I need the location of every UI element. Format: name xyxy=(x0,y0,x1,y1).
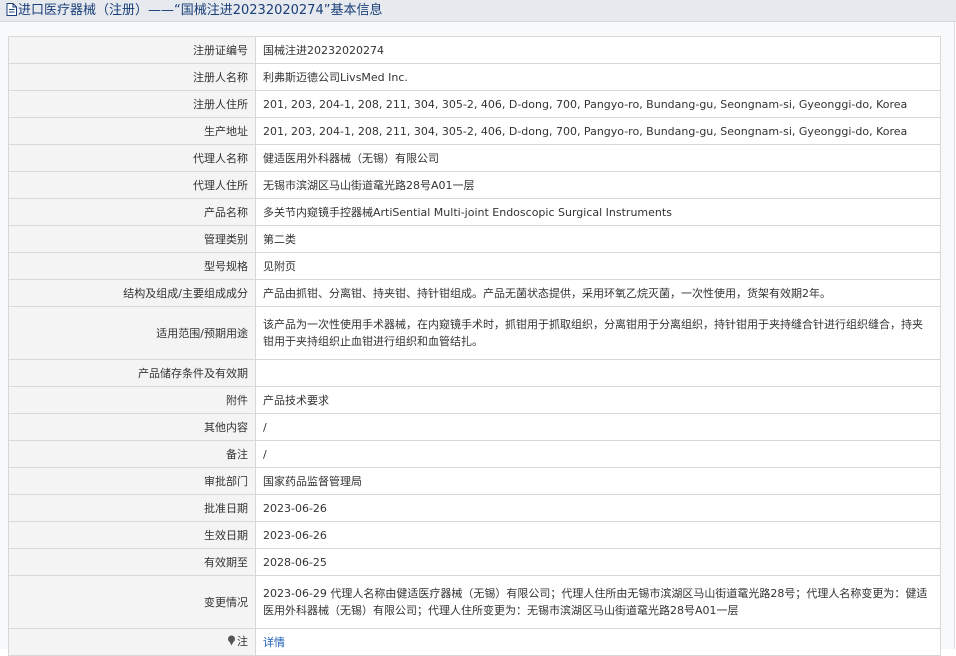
document-icon xyxy=(6,3,17,21)
field-label: 代理人名称 xyxy=(8,144,256,172)
page-title: 进口医疗器械（注册）——“国械注进20232020274”基本信息 xyxy=(6,2,382,21)
field-label: 注册人名称 xyxy=(8,63,256,91)
field-value: 该产品为一次性使用手术器械，在内窥镜手术时，抓钳用于抓取组织，分离钳用于分离组织… xyxy=(255,306,941,360)
field-value: 产品技术要求 xyxy=(255,386,941,414)
field-value: / xyxy=(255,440,941,468)
field-value: 2028-06-25 xyxy=(255,548,941,576)
table-row: 产品储存条件及有效期 xyxy=(8,359,941,387)
field-value: 产品由抓钳、分离钳、持夹钳、持针钳组成。产品无菌状态提供，采用环氧乙烷灭菌，一次… xyxy=(255,279,941,307)
field-label: 适用范围/预期用途 xyxy=(8,306,256,360)
table-row: 其他内容 / xyxy=(8,413,941,441)
table-row: 附件 产品技术要求 xyxy=(8,386,941,414)
field-value: 国家药品监督管理局 xyxy=(255,467,941,495)
info-table: 注册证编号 国械注进20232020274 注册人名称 利弗斯迈德公司LivsM… xyxy=(8,36,941,656)
field-label: 附件 xyxy=(8,386,256,414)
note-value-cell: 详情 xyxy=(255,628,941,656)
field-value: 多关节内窥镜手控器械ArtiSential Multi-joint Endosc… xyxy=(255,198,941,226)
field-value: 201, 203, 204-1, 208, 211, 304, 305-2, 4… xyxy=(255,90,941,118)
field-label: 生效日期 xyxy=(8,521,256,549)
table-row: 代理人住所 无锡市滨湖区马山街道鼋光路28号A01一层 xyxy=(8,171,941,199)
table-row: 管理类别 第二类 xyxy=(8,225,941,253)
table-row: 审批部门 国家药品监督管理局 xyxy=(8,467,941,495)
note-label-cell: 注 xyxy=(8,628,256,656)
field-label: 注册人住所 xyxy=(8,90,256,118)
field-value xyxy=(255,359,941,387)
note-label: 注 xyxy=(237,635,248,648)
table-row: 产品名称 多关节内窥镜手控器械ArtiSential Multi-joint E… xyxy=(8,198,941,226)
table-row: 变更情况 2023-06-29 代理人名称由健适医疗器械（无锡）有限公司；代理人… xyxy=(8,575,941,629)
field-label: 代理人住所 xyxy=(8,171,256,199)
note-row: 注 详情 xyxy=(8,628,941,656)
field-label: 有效期至 xyxy=(8,548,256,576)
field-label: 审批部门 xyxy=(8,467,256,495)
field-value: 见附页 xyxy=(255,252,941,280)
pin-icon xyxy=(227,634,236,651)
table-row: 注册人名称 利弗斯迈德公司LivsMed Inc. xyxy=(8,63,941,91)
field-value: 2023-06-26 xyxy=(255,494,941,522)
field-value: 第二类 xyxy=(255,225,941,253)
field-label: 注册证编号 xyxy=(8,36,256,64)
field-value: 201, 203, 204-1, 208, 211, 304, 305-2, 4… xyxy=(255,117,941,145)
field-label: 批准日期 xyxy=(8,494,256,522)
field-value: 国械注进20232020274 xyxy=(255,36,941,64)
table-row: 注册证编号 国械注进20232020274 xyxy=(8,36,941,64)
table-row: 代理人名称 健适医用外科器械（无锡）有限公司 xyxy=(8,144,941,172)
table-row: 生效日期 2023-06-26 xyxy=(8,521,941,549)
field-label: 型号规格 xyxy=(8,252,256,280)
table-row: 生产地址 201, 203, 204-1, 208, 211, 304, 305… xyxy=(8,117,941,145)
field-value: 2023-06-26 xyxy=(255,521,941,549)
field-label: 生产地址 xyxy=(8,117,256,145)
table-row: 有效期至 2028-06-25 xyxy=(8,548,941,576)
field-value: 健适医用外科器械（无锡）有限公司 xyxy=(255,144,941,172)
table-row: 批准日期 2023-06-26 xyxy=(8,494,941,522)
field-label: 产品储存条件及有效期 xyxy=(8,359,256,387)
details-link[interactable]: 详情 xyxy=(263,636,285,649)
field-label: 结构及组成/主要组成成分 xyxy=(8,279,256,307)
field-label: 备注 xyxy=(8,440,256,468)
field-label: 其他内容 xyxy=(8,413,256,441)
title-bar: 进口医疗器械（注册）——“国械注进20232020274”基本信息 xyxy=(0,0,956,22)
field-label: 产品名称 xyxy=(8,198,256,226)
field-label: 变更情况 xyxy=(8,575,256,629)
page-title-text: 进口医疗器械（注册）——“国械注进20232020274”基本信息 xyxy=(18,3,383,18)
table-row: 型号规格 见附页 xyxy=(8,252,941,280)
table-row: 注册人住所 201, 203, 204-1, 208, 211, 304, 30… xyxy=(8,90,941,118)
field-label: 管理类别 xyxy=(8,225,256,253)
table-row: 备注 / xyxy=(8,440,941,468)
table-row: 结构及组成/主要组成成分 产品由抓钳、分离钳、持夹钳、持针钳组成。产品无菌状态提… xyxy=(8,279,941,307)
table-row: 适用范围/预期用途 该产品为一次性使用手术器械，在内窥镜手术时，抓钳用于抓取组织… xyxy=(8,306,941,360)
field-value: 2023-06-29 代理人名称由健适医疗器械（无锡）有限公司；代理人住所由无锡… xyxy=(255,575,941,629)
field-value: 无锡市滨湖区马山街道鼋光路28号A01一层 xyxy=(255,171,941,199)
field-value: / xyxy=(255,413,941,441)
field-value: 利弗斯迈德公司LivsMed Inc. xyxy=(255,63,941,91)
